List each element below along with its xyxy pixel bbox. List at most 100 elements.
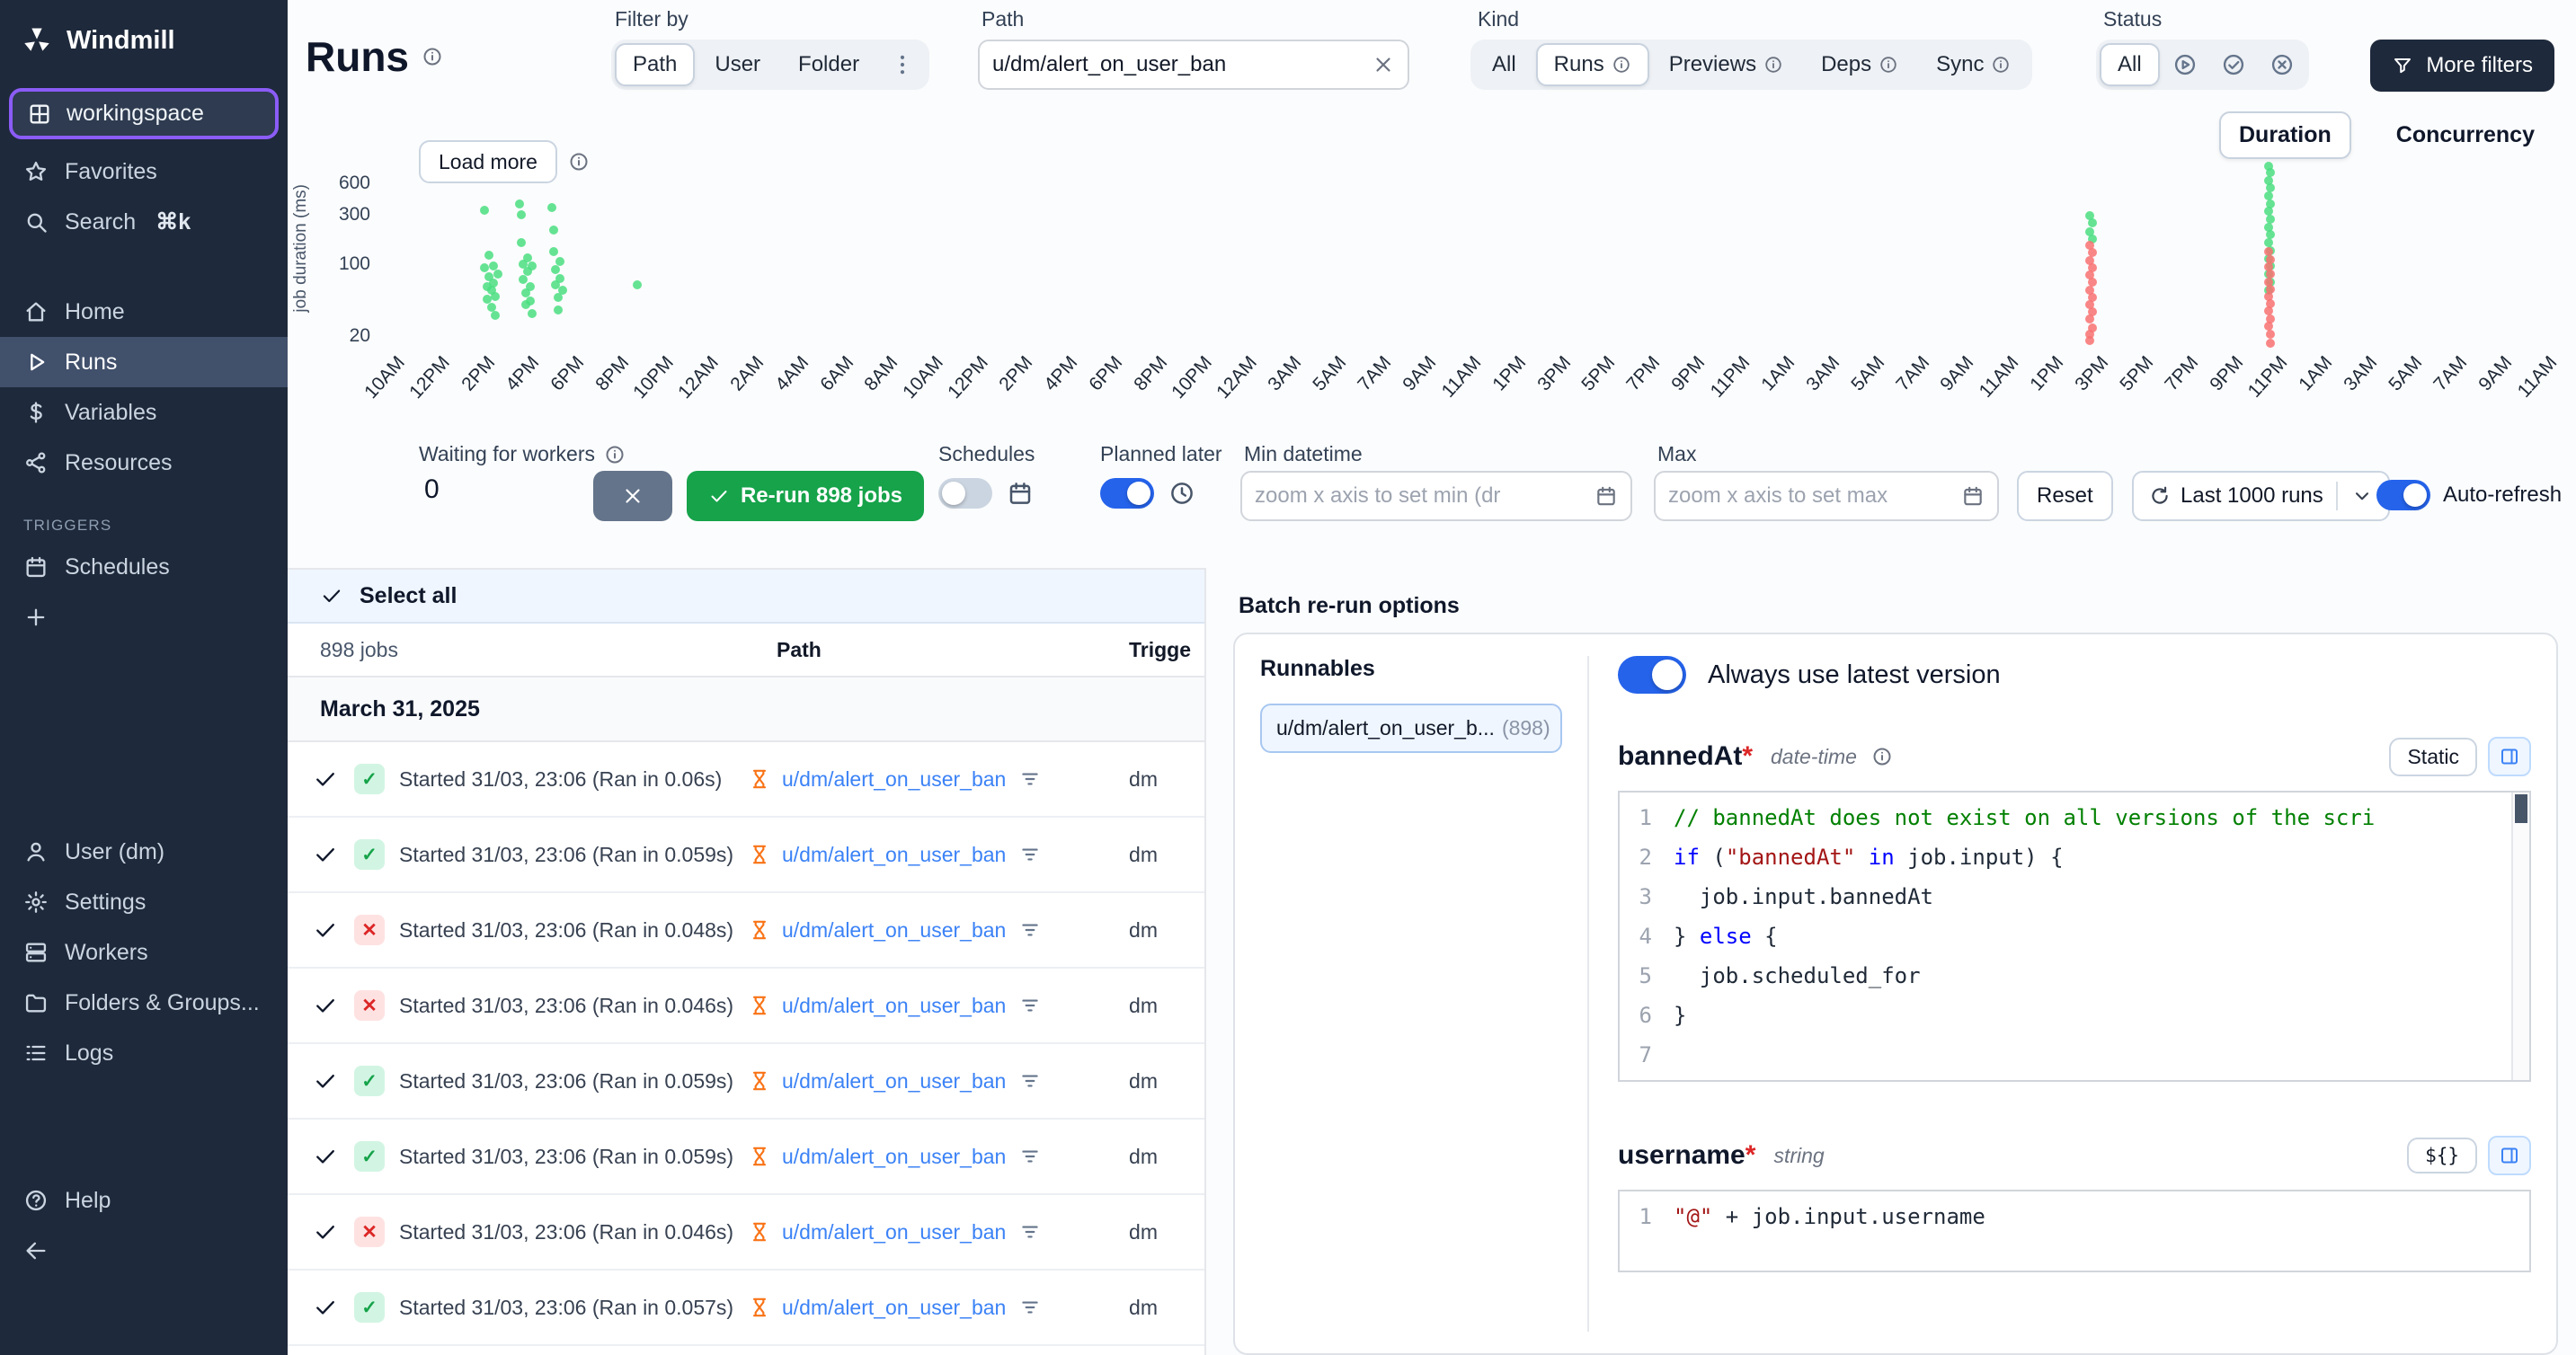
calendar-icon[interactable]: [1961, 484, 1985, 508]
filter-by-option[interactable]: Path: [615, 43, 695, 86]
filter-by-path-icon[interactable]: [1018, 1069, 1042, 1093]
open-editor-button[interactable]: [2488, 1136, 2531, 1175]
schedules-toggle[interactable]: [938, 478, 992, 509]
status-option-all[interactable]: All: [2100, 43, 2160, 86]
filter-by-more-button[interactable]: [879, 43, 926, 86]
autorefresh-toggle[interactable]: [2376, 480, 2430, 510]
row-checkbox[interactable]: [313, 993, 338, 1018]
kind-option[interactable]: Sync: [1918, 43, 2029, 86]
row-checkbox[interactable]: [313, 1068, 338, 1094]
sidebar-item[interactable]: Favorites: [0, 146, 288, 197]
kind-option[interactable]: Runs: [1536, 43, 1649, 86]
table-row[interactable]: Started 31/03, 23:06 (Ran in 0.059s) u/d…: [288, 1120, 1204, 1195]
calendar-icon[interactable]: [1594, 484, 1618, 508]
row-checkbox[interactable]: [313, 1144, 338, 1169]
reset-button[interactable]: Reset: [2017, 471, 2113, 521]
sidebar-item[interactable]: Runs: [0, 337, 288, 387]
status-option-success[interactable]: [2210, 43, 2257, 86]
run-path-link[interactable]: u/dm/alert_on_user_ban: [782, 918, 1006, 943]
row-checkbox[interactable]: [313, 1219, 338, 1244]
table-row[interactable]: Started 31/03, 23:06 (Ran in 0.057s) u/d…: [288, 1271, 1204, 1346]
runs-info-icon[interactable]: [422, 46, 443, 67]
kind-option[interactable]: All: [1474, 43, 1534, 86]
scatter-dot-success: [480, 263, 489, 272]
sidebar-item-help[interactable]: Help: [0, 1175, 288, 1226]
min-datetime-input[interactable]: [1255, 483, 1586, 509]
planned-later-toggle[interactable]: [1100, 478, 1154, 509]
filter-by-option[interactable]: User: [697, 43, 778, 86]
sidebar-item[interactable]: Resources: [0, 438, 288, 488]
last-runs-dropdown[interactable]: Last 1000 runs: [2132, 471, 2390, 521]
row-checkbox[interactable]: [313, 1295, 338, 1320]
sidebar-item[interactable]: User (dm): [0, 827, 288, 877]
x-tick-label: 8PM: [1130, 352, 1172, 395]
run-path-link[interactable]: u/dm/alert_on_user_ban: [782, 1296, 1006, 1320]
kind-option[interactable]: Deps: [1803, 43, 1916, 86]
table-row[interactable]: Started 31/03, 23:06 (Ran in 0.046s) u/d…: [288, 1195, 1204, 1271]
run-path-link[interactable]: u/dm/alert_on_user_ban: [782, 994, 1006, 1018]
run-path-link[interactable]: u/dm/alert_on_user_ban: [782, 1069, 1006, 1094]
sidebar-item[interactable]: Settings: [0, 877, 288, 927]
divider: [2336, 482, 2338, 510]
clear-path-icon[interactable]: [1372, 53, 1395, 76]
rerun-jobs-button[interactable]: Re-run 898 jobs: [687, 471, 924, 521]
field-info-icon[interactable]: [1871, 746, 1893, 767]
scatter-dot-failure: [2266, 330, 2275, 339]
status-option-failure[interactable]: [2259, 43, 2305, 86]
sidebar-item[interactable]: Variables: [0, 387, 288, 438]
table-row[interactable]: Started 31/03, 23:06 (Ran in 0.046s) u/d…: [288, 969, 1204, 1044]
sidebar-item[interactable]: Logs: [0, 1028, 288, 1078]
row-checkbox[interactable]: [313, 842, 338, 867]
run-path-link[interactable]: u/dm/alert_on_user_ban: [782, 1145, 1006, 1169]
max-datetime-input[interactable]: [1668, 483, 1952, 509]
clock-icon[interactable]: [1168, 480, 1195, 507]
workspace-selector[interactable]: workingspace: [9, 88, 279, 139]
latest-version-toggle[interactable]: [1618, 656, 1686, 694]
chevron-down-icon[interactable]: [2350, 484, 2374, 508]
sidebar-item[interactable]: Home: [0, 287, 288, 337]
select-all-row[interactable]: Select all: [288, 570, 1204, 624]
table-row[interactable]: Started 31/03, 23:06 (Ran in 0.06s) u/dm…: [288, 742, 1204, 818]
kind-option[interactable]: Previews: [1651, 43, 1801, 86]
table-row[interactable]: Started 31/03, 23:06 (Ran in 0.048s) u/d…: [288, 893, 1204, 969]
cancel-selection-button[interactable]: [593, 471, 672, 521]
static-mode-button[interactable]: Static: [2389, 738, 2477, 776]
run-path-link[interactable]: u/dm/alert_on_user_ban: [782, 1220, 1006, 1244]
open-editor-button[interactable]: [2488, 737, 2531, 776]
collapse-sidebar-button[interactable]: [0, 1226, 288, 1276]
table-row[interactable]: Started 31/03, 23:06 (Ran in 0.059s) u/d…: [288, 818, 1204, 893]
more-filters-button[interactable]: More filters: [2370, 40, 2554, 92]
row-checkbox[interactable]: [313, 766, 338, 792]
scatter-plot[interactable]: [390, 151, 2542, 341]
table-row[interactable]: Started 31/03, 23:06 (Ran in 0.059s) u/d…: [288, 1044, 1204, 1120]
filter-by-path-icon[interactable]: [1018, 1220, 1042, 1244]
sidebar-item[interactable]: Workers: [0, 927, 288, 978]
editor-scrollbar[interactable]: [2511, 793, 2529, 1080]
filter-by-path-icon[interactable]: [1018, 918, 1042, 942]
sidebar-item[interactable]: [0, 592, 288, 642]
username-code-editor[interactable]: 1"@" + job.input.username: [1618, 1190, 2531, 1272]
status-option-running[interactable]: [2162, 43, 2208, 86]
filter-by-path-icon[interactable]: [1018, 767, 1042, 791]
scrollbar-thumb[interactable]: [2515, 794, 2527, 823]
filter-by-option[interactable]: Folder: [780, 43, 877, 86]
path-filter-input[interactable]: [992, 52, 1363, 77]
filter-by-path-icon[interactable]: [1018, 1296, 1042, 1319]
sidebar-item[interactable]: Schedules: [0, 542, 288, 592]
filter-by-path-icon[interactable]: [1018, 1145, 1042, 1168]
sidebar-item[interactable]: Search ⌘k: [0, 197, 288, 247]
run-path-link[interactable]: u/dm/alert_on_user_ban: [782, 767, 1006, 792]
waiting-info-icon[interactable]: [604, 444, 626, 465]
row-checkbox[interactable]: [313, 917, 338, 943]
runnable-item[interactable]: u/dm/alert_on_user_b... (898): [1260, 704, 1562, 753]
sidebar-item[interactable]: Folders & Groups...: [0, 978, 288, 1028]
run-path-link[interactable]: u/dm/alert_on_user_ban: [782, 843, 1006, 867]
filter-by-path-icon[interactable]: [1018, 843, 1042, 866]
bannedat-code-editor[interactable]: 1// bannedAt does not exist on all versi…: [1618, 791, 2531, 1082]
waiting-workers-value: 0: [424, 474, 440, 505]
hourglass-icon: [748, 1069, 771, 1093]
x-tick-label: 11PM: [1707, 352, 1755, 403]
filter-by-path-icon[interactable]: [1018, 994, 1042, 1017]
expression-mode-button[interactable]: ${}: [2407, 1138, 2477, 1173]
calendar-icon[interactable]: [1007, 480, 1034, 507]
